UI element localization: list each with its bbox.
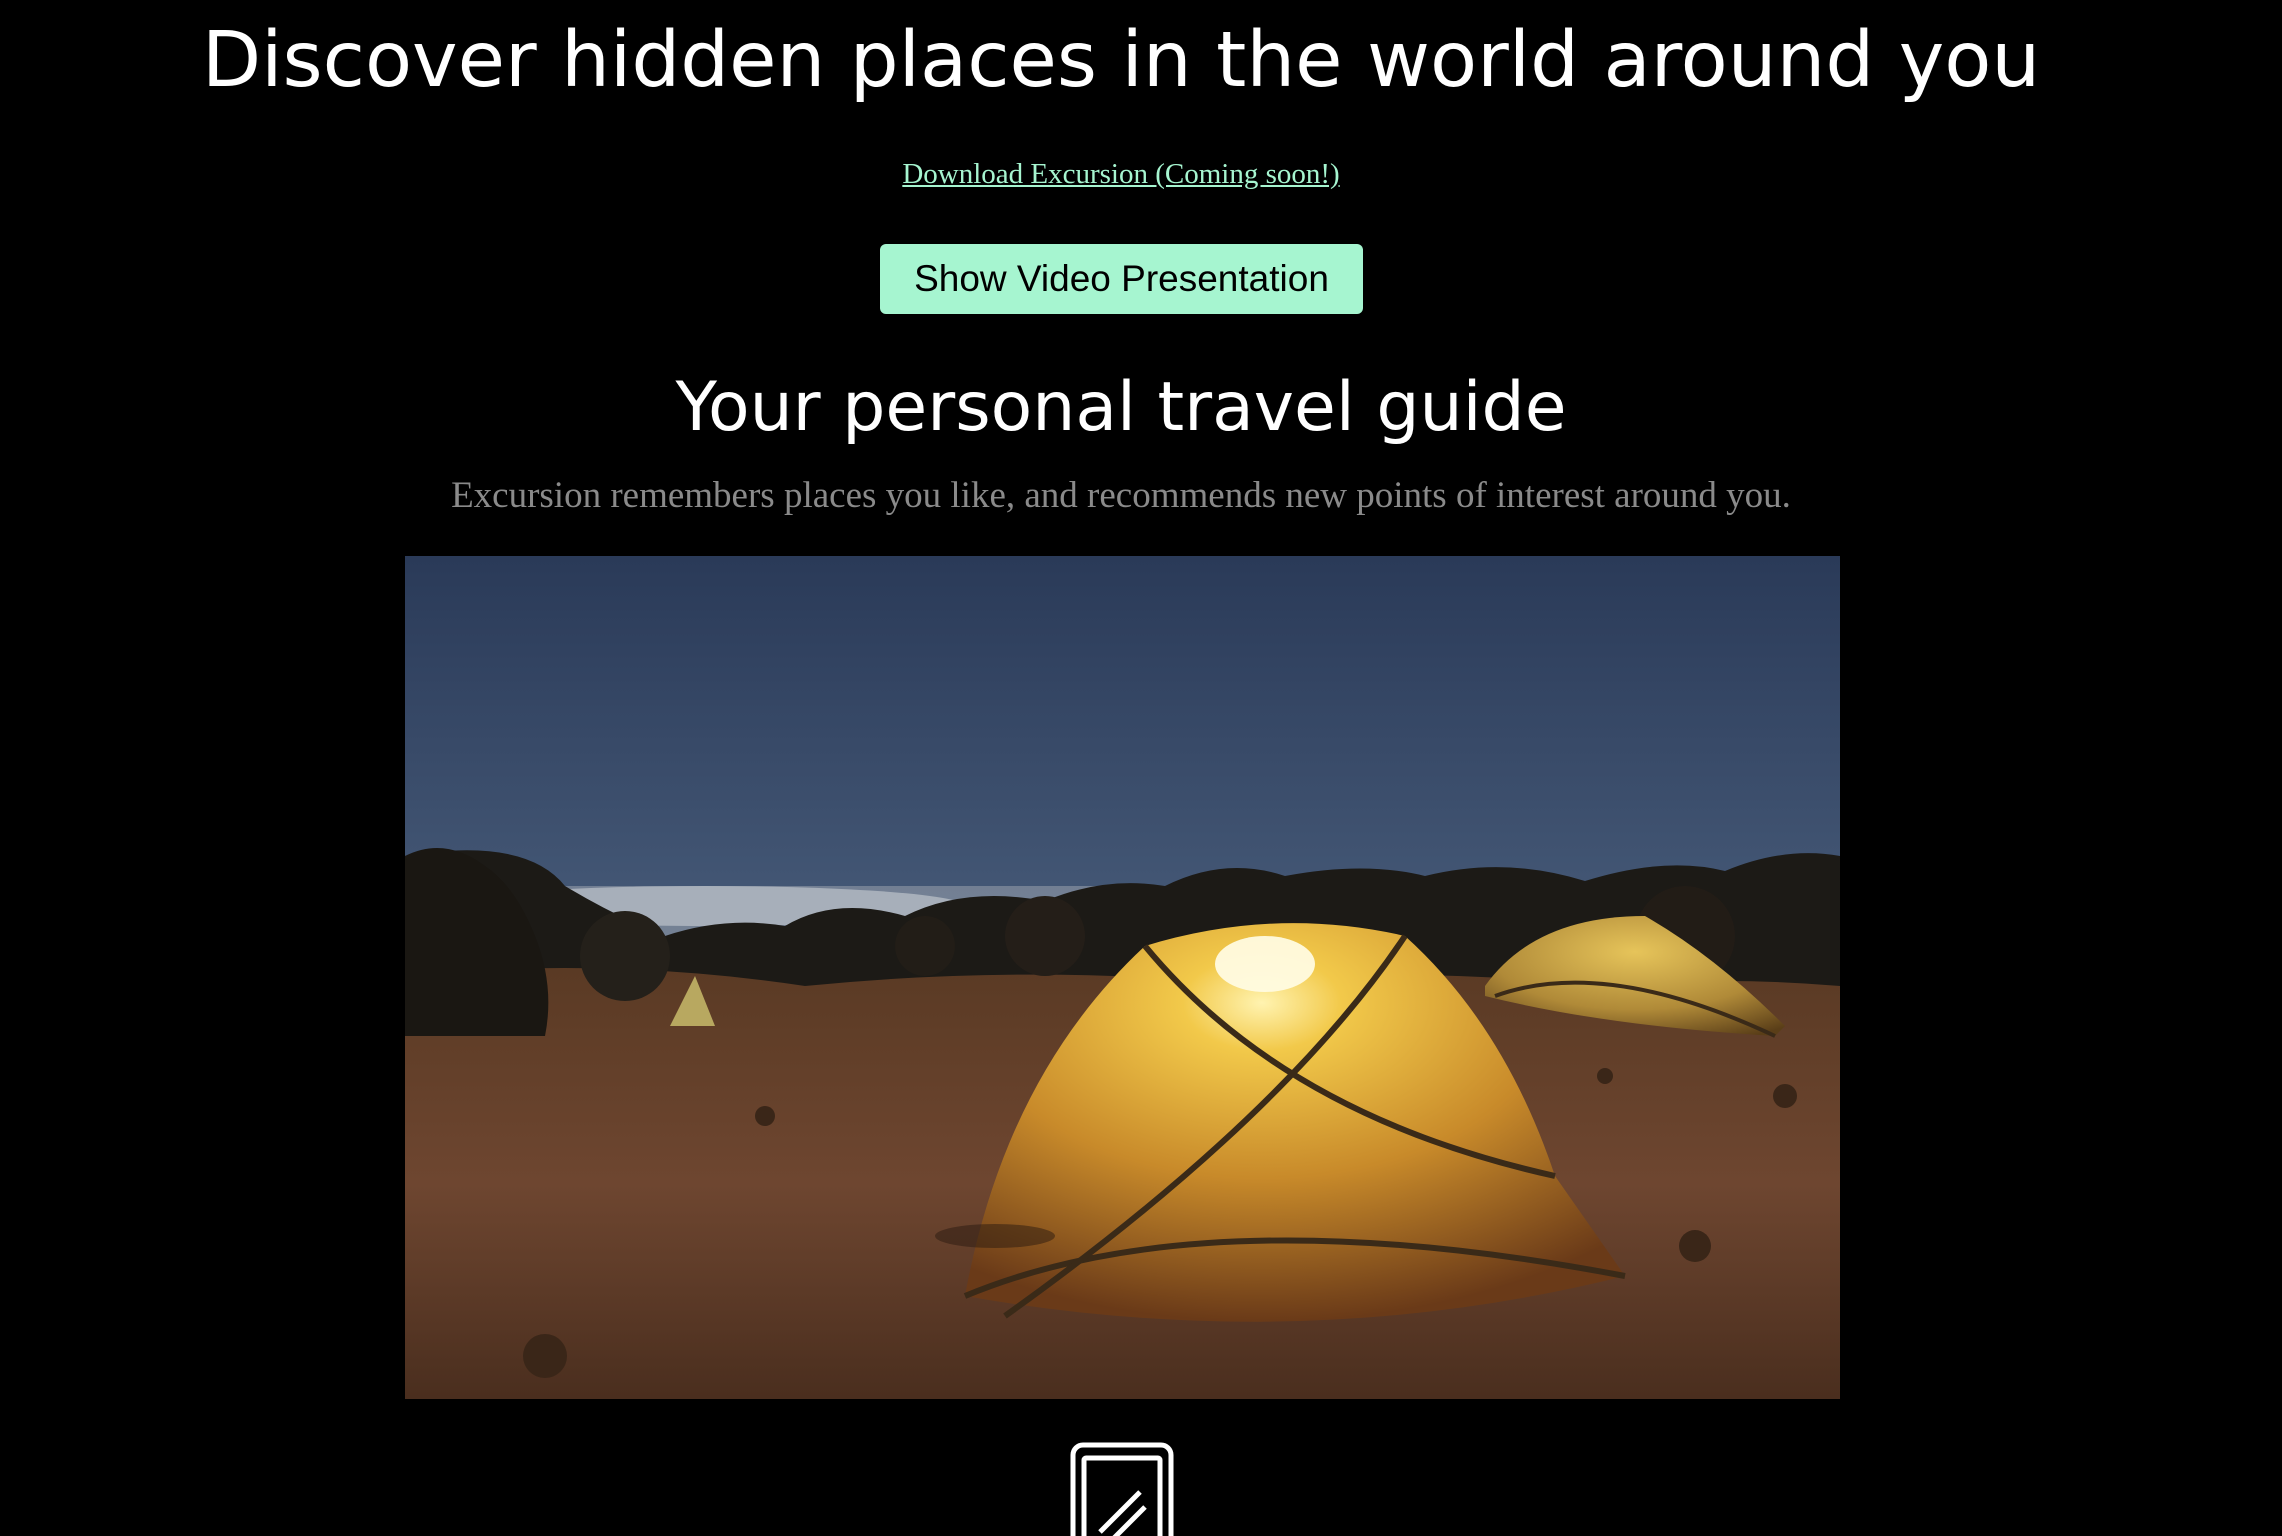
show-video-button[interactable]: Show Video Presentation <box>880 244 1363 314</box>
download-link-container: Download Excursion (Coming soon!) <box>0 150 2242 198</box>
phone-icon <box>1070 1442 1174 1536</box>
hero-title: Discover hidden places in the world arou… <box>201 16 2041 105</box>
section-subtitle: Excursion remembers places you like, and… <box>451 475 1791 516</box>
download-link[interactable]: Download Excursion (Coming soon!) <box>902 158 1339 190</box>
camping-tents-photo <box>405 556 1840 1399</box>
section-title: Your personal travel guide <box>675 368 1567 447</box>
